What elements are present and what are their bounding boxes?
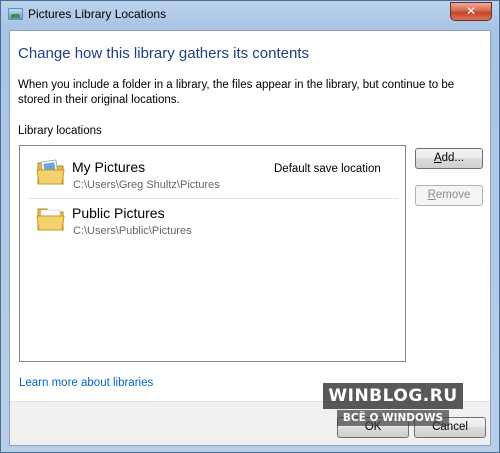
learn-more-link[interactable]: Learn more about libraries	[19, 377, 153, 389]
button-bar: OK Cancel	[10, 401, 490, 445]
remove-accel: R	[427, 189, 436, 201]
dialog-heading: Change how this library gathers its cont…	[18, 45, 309, 62]
dialog-window: Pictures Library Locations ✕ Change how …	[0, 0, 500, 453]
pictures-library-icon	[8, 8, 23, 20]
location-name: My Pictures	[72, 159, 146, 175]
remove-label: emove	[435, 189, 471, 201]
title-bar[interactable]: Pictures Library Locations ✕	[1, 1, 499, 29]
close-button[interactable]: ✕	[450, 2, 492, 21]
remove-button[interactable]: Remove	[415, 185, 483, 206]
list-item-public-pictures[interactable]: Public Pictures C:\Users\Public\Pictures	[20, 192, 405, 237]
cancel-button[interactable]: Cancel	[414, 417, 486, 438]
dialog-content: Change how this library gathers its cont…	[9, 30, 491, 446]
folder-icon	[36, 208, 65, 231]
location-name: Public Pictures	[72, 205, 165, 221]
library-locations-list[interactable]: My Pictures C:\Users\Greg Shultz\Picture…	[19, 145, 406, 362]
library-locations-label: Library locations	[18, 125, 102, 137]
location-path: C:\Users\Public\Pictures	[73, 225, 192, 237]
add-accel: A	[433, 152, 442, 164]
default-save-location-badge: Default save location	[274, 163, 381, 175]
ok-button[interactable]: OK	[337, 417, 409, 438]
close-icon: ✕	[465, 4, 477, 18]
window-title: Pictures Library Locations	[28, 7, 167, 21]
location-path: C:\Users\Greg Shultz\Pictures	[73, 179, 220, 191]
list-item-my-pictures[interactable]: My Pictures C:\Users\Greg Shultz\Picture…	[20, 146, 405, 199]
add-button[interactable]: Add...	[415, 148, 483, 169]
pictures-folder-icon	[36, 159, 65, 185]
add-label: dd...	[441, 152, 465, 164]
dialog-description: When you include a folder in a library, …	[18, 79, 455, 106]
